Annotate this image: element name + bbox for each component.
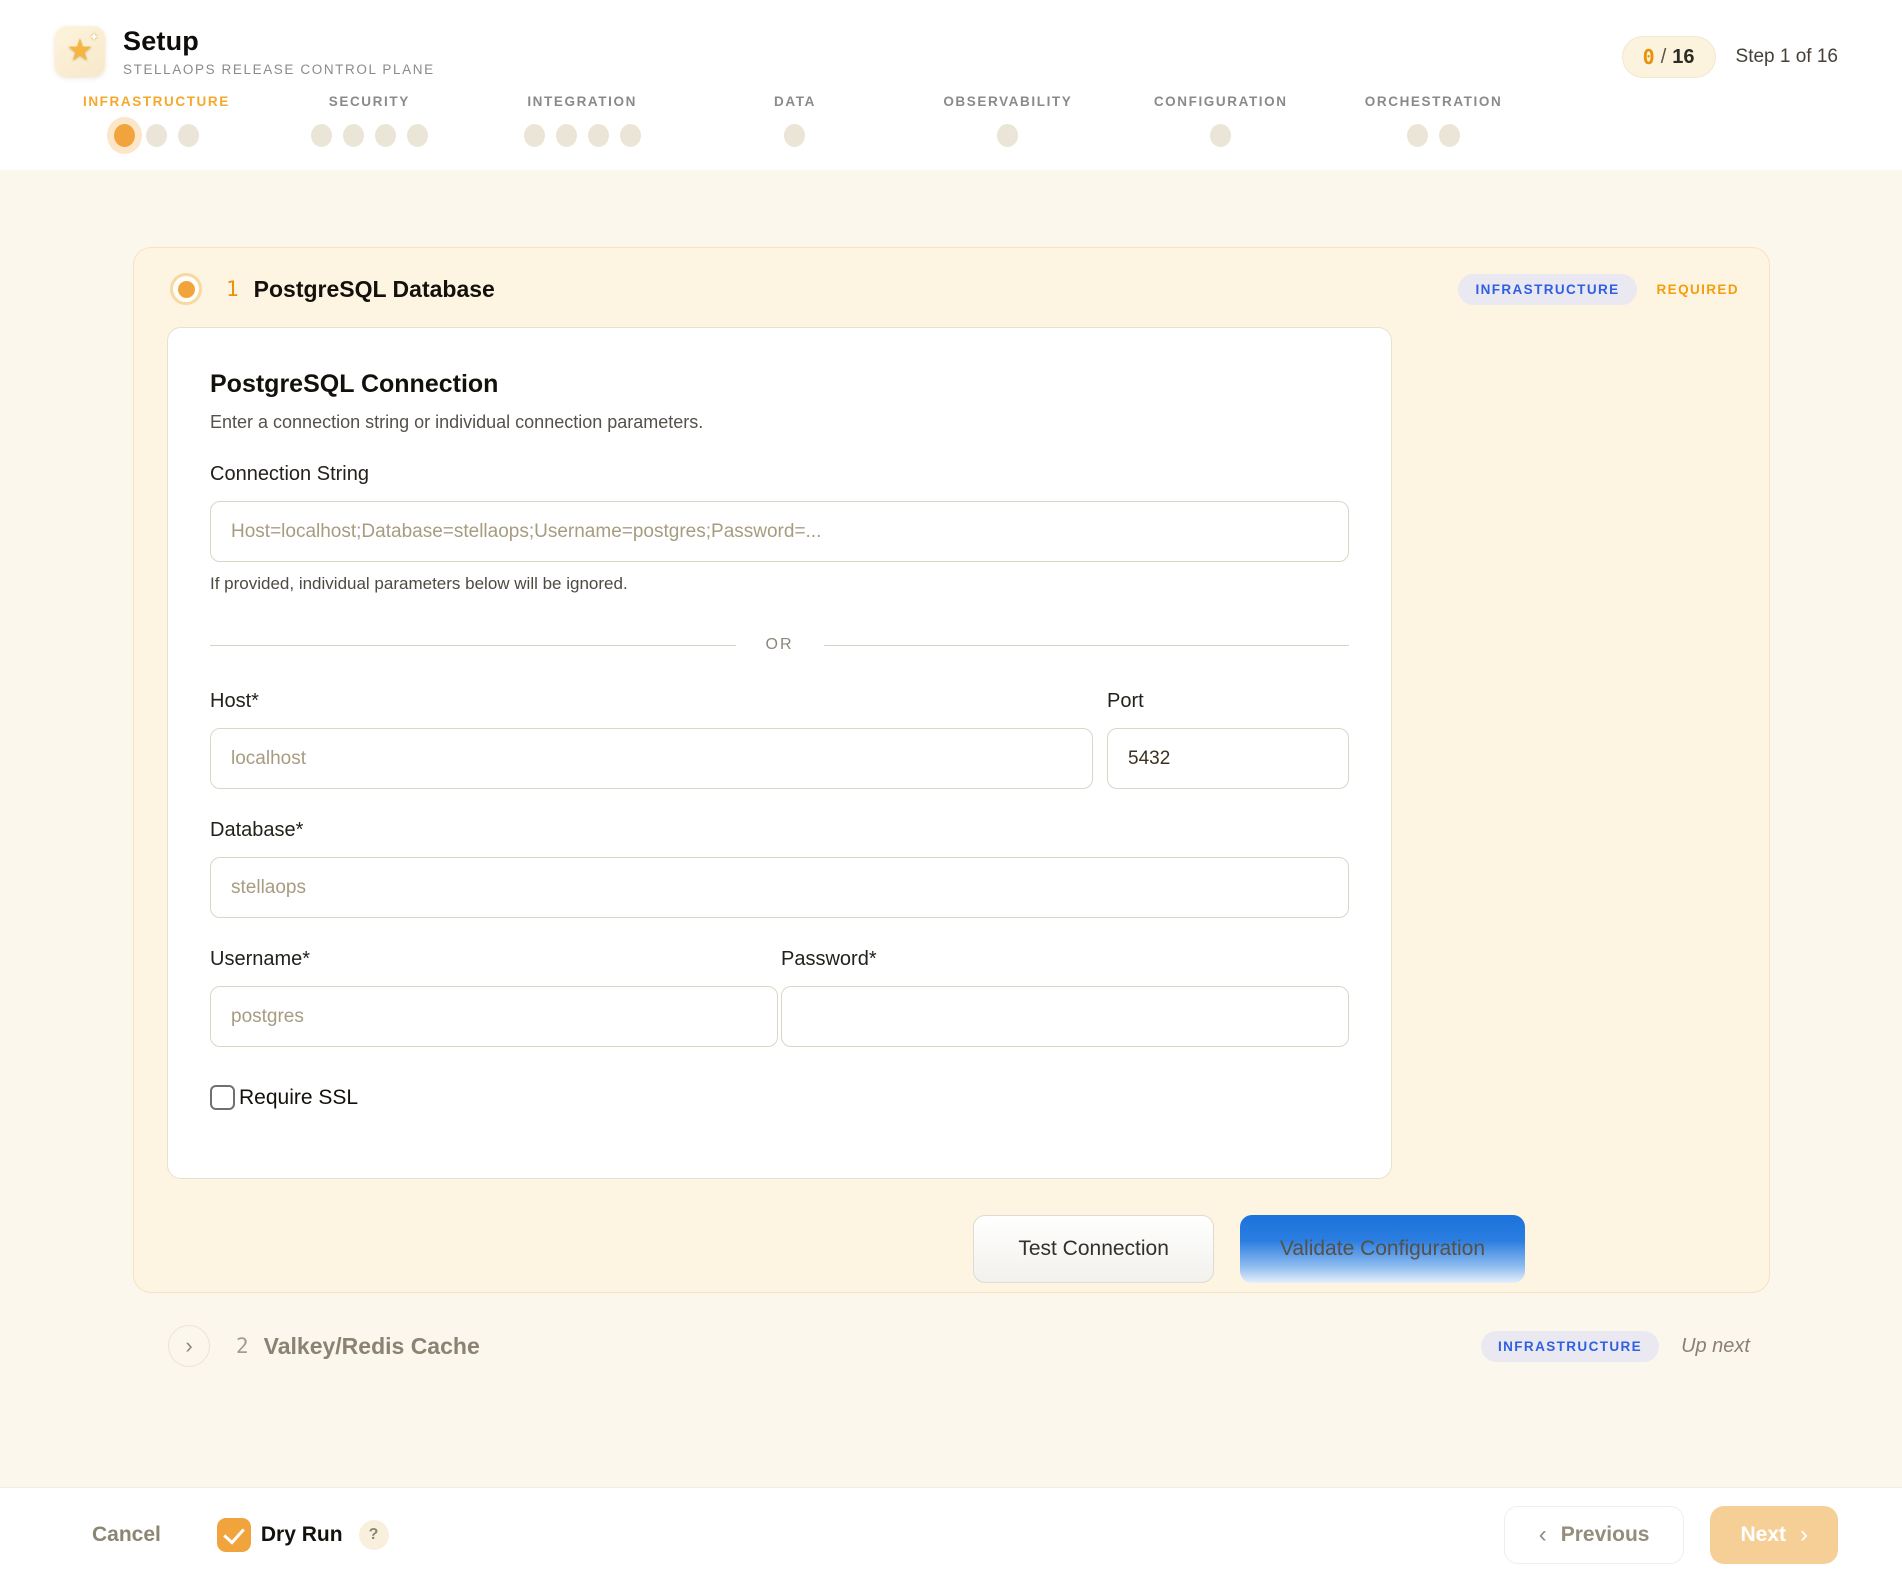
category-badge: INFRASTRUCTURE (1481, 1331, 1659, 1362)
next-step-title: Valkey/Redis Cache (264, 1333, 480, 1360)
chevron-left-icon: ‹ (1539, 1523, 1547, 1547)
step-dot (311, 124, 332, 147)
or-label: OR (736, 636, 824, 654)
phase-label: OBSERVABILITY (943, 94, 1072, 109)
connection-form-card: PostgreSQL Connection Enter a connection… (167, 327, 1392, 1179)
step-card-postgresql: 1 PostgreSQL Database INFRASTRUCTURE REQ… (133, 247, 1770, 1293)
require-ssl-checkbox[interactable] (210, 1085, 235, 1110)
phase-label: SECURITY (329, 94, 410, 109)
step-dot (524, 124, 545, 147)
main-content: 1 PostgreSQL Database INFRASTRUCTURE REQ… (0, 170, 1902, 1487)
sparkle-glyph: ✦ (89, 30, 99, 44)
phase-label: INTEGRATION (527, 94, 637, 109)
step-dot (375, 124, 396, 147)
step-dot (588, 124, 609, 147)
required-badge: REQUIRED (1657, 282, 1739, 297)
step-number: 1 (226, 277, 239, 301)
phase-label: ORCHESTRATION (1365, 94, 1503, 109)
require-ssl-label: Require SSL (239, 1086, 358, 1110)
next-label: Next (1740, 1523, 1786, 1547)
connection-string-helper: If provided, individual parameters below… (210, 574, 1349, 594)
or-divider: OR (210, 636, 1349, 654)
host-label: Host* (210, 690, 1093, 713)
page-subtitle: STELLAOPS RELEASE CONTROL PLANE (123, 62, 435, 77)
phase-infrastructure: INFRASTRUCTURE (50, 94, 263, 147)
step-dot (1407, 124, 1428, 147)
phase-data: DATA (689, 94, 902, 147)
step-title: PostgreSQL Database (254, 276, 495, 303)
active-step-radio-icon (170, 273, 202, 305)
step-dot (1439, 124, 1460, 147)
step-dot-active (114, 124, 135, 147)
phase-observability: OBSERVABILITY (901, 94, 1114, 147)
step-dot (407, 124, 428, 147)
progress-completed: 0 (1643, 45, 1655, 69)
app-logo star-icon: ★ ✦ (55, 26, 105, 76)
step-dot (178, 124, 199, 147)
upnext-status: Up next (1681, 1335, 1750, 1358)
form-description: Enter a connection string or individual … (210, 412, 1349, 433)
username-input[interactable] (210, 986, 778, 1047)
step-card-header[interactable]: 1 PostgreSQL Database INFRASTRUCTURE REQ… (134, 248, 1769, 327)
phase-configuration: CONFIGURATION (1114, 94, 1327, 147)
phase-security: SECURITY (263, 94, 476, 147)
password-label: Password* (781, 948, 1349, 971)
phase-label: INFRASTRUCTURE (83, 94, 230, 109)
progress-total: 16 (1672, 46, 1694, 69)
divider-line (824, 645, 1350, 646)
page-title: Setup (123, 26, 435, 57)
step-dot (620, 124, 641, 147)
previous-label: Previous (1561, 1523, 1650, 1547)
radio-dot (178, 281, 195, 298)
step-dot (997, 124, 1018, 147)
port-label: Port (1107, 690, 1349, 713)
footer-bar: Cancel Dry Run ? ‹ Previous Next › (0, 1487, 1902, 1582)
progress-separator: / (1661, 46, 1667, 69)
step-dot (784, 124, 805, 147)
progress-badge: 0 / 16 (1622, 36, 1716, 78)
username-label: Username* (210, 948, 778, 971)
next-button[interactable]: Next › (1710, 1506, 1838, 1564)
step-dot (1210, 124, 1231, 147)
previous-button[interactable]: ‹ Previous (1504, 1506, 1685, 1564)
connection-string-input[interactable] (210, 501, 1349, 562)
host-input[interactable] (210, 728, 1093, 789)
phase-steps: INFRASTRUCTURE SECURITY INTEGRATION DATA OBS… (50, 94, 1540, 147)
help-icon[interactable]: ? (359, 1520, 389, 1550)
category-badge: INFRASTRUCTURE (1458, 274, 1636, 305)
database-input[interactable] (210, 857, 1349, 918)
cancel-button[interactable]: Cancel (92, 1523, 161, 1547)
step-dot (343, 124, 364, 147)
step-dot (556, 124, 577, 147)
phase-orchestration: ORCHESTRATION (1327, 94, 1540, 147)
database-label: Database* (210, 819, 1349, 842)
header: ★ ✦ Setup STELLAOPS RELEASE CONTROL PLAN… (0, 0, 1902, 170)
form-heading: PostgreSQL Connection (210, 370, 1349, 399)
chevron-right-icon: › (1800, 1523, 1808, 1547)
dry-run-checkbox[interactable] (217, 1518, 251, 1552)
divider-line (210, 645, 736, 646)
next-step-number: 2 (236, 1334, 249, 1358)
phase-integration: INTEGRATION (476, 94, 689, 147)
expand-step-button chevron-right-icon[interactable]: › (168, 1325, 210, 1367)
port-input[interactable] (1107, 728, 1349, 789)
password-input[interactable] (781, 986, 1349, 1047)
validate-configuration-button[interactable]: Validate Configuration (1240, 1215, 1525, 1283)
upnext-row-valkey-redis[interactable]: › 2 Valkey/Redis Cache INFRASTRUCTURE Up… (133, 1315, 1770, 1377)
phase-label: DATA (774, 94, 816, 109)
test-connection-button[interactable]: Test Connection (973, 1215, 1214, 1283)
step-indicator: Step 1 of 16 (1736, 46, 1838, 68)
dry-run-label: Dry Run (261, 1523, 343, 1547)
step-dot (146, 124, 167, 147)
phase-label: CONFIGURATION (1154, 94, 1288, 109)
connection-string-label: Connection String (210, 463, 1349, 486)
